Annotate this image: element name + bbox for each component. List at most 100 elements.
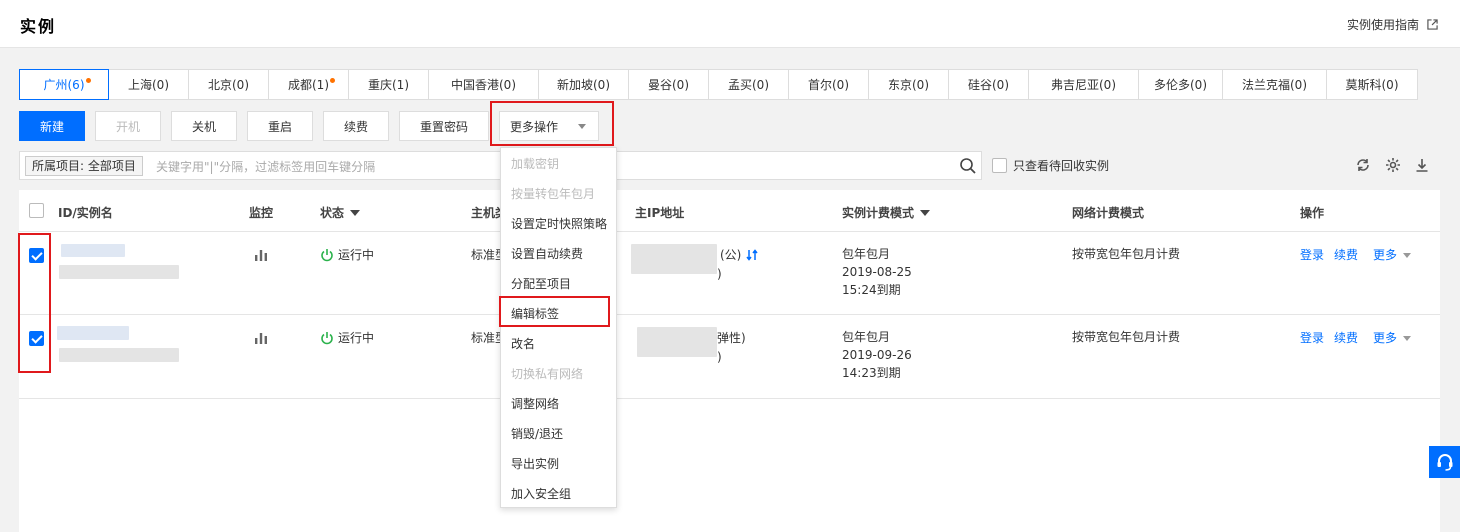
headset-icon xyxy=(1437,454,1452,471)
billing-date: 2019-08-25 xyxy=(842,265,912,279)
menu-item-rename[interactable]: 改名 xyxy=(511,335,535,352)
region-tab-seoul[interactable]: 首尔(0) xyxy=(789,69,869,100)
menu-item-load-key[interactable]: 加载密钥 xyxy=(511,155,559,172)
ip-suffix: ) xyxy=(717,267,722,281)
menu-item-export[interactable]: 导出实例 xyxy=(511,455,559,472)
instance-id-redacted[interactable] xyxy=(57,326,129,340)
host-type: 标准型 xyxy=(471,248,501,262)
billing-type: 包年包月 xyxy=(842,247,891,261)
billing-expire: 14:23到期 xyxy=(842,366,901,380)
network-billing: 按带宽包年包月计费 xyxy=(1072,330,1181,344)
external-link-icon xyxy=(1427,19,1438,30)
monitor-chart-icon[interactable] xyxy=(254,332,268,344)
region-tab-chengdu[interactable]: 成都(1) xyxy=(269,69,349,100)
more-link[interactable]: 更多 xyxy=(1373,246,1412,264)
billing-expire: 15:24到期 xyxy=(842,283,901,297)
header-billing[interactable]: 实例计费模式 xyxy=(842,204,931,221)
start-button[interactable]: 开机 xyxy=(95,111,161,141)
region-tab-tokyo[interactable]: 东京(0) xyxy=(869,69,949,100)
header-monitor: 监控 xyxy=(249,206,274,220)
chevron-down-icon xyxy=(1403,253,1412,258)
refresh-icon[interactable] xyxy=(1355,157,1371,173)
notice-dot xyxy=(330,78,335,83)
table-header: ID/实例名 监控 状态 主机类 主IP地址 实例计费模式 网络计费模式 操作 xyxy=(19,190,1440,232)
host-type: 标准型 xyxy=(471,331,501,345)
renew-link[interactable]: 续费 xyxy=(1334,246,1358,264)
menu-item-edit-tags[interactable]: 编辑标签 xyxy=(511,305,559,322)
search-placeholder: 关键字用"|"分隔，过滤标签用回车键分隔 xyxy=(156,160,376,174)
monitor-chart-icon[interactable] xyxy=(254,249,268,261)
instance-id-redacted[interactable] xyxy=(61,244,125,257)
login-link[interactable]: 登录 xyxy=(1300,329,1324,347)
filter-icon[interactable] xyxy=(920,209,931,216)
region-tab-guangzhou[interactable]: 广州(6) xyxy=(19,69,109,100)
page-title: 实例 xyxy=(20,17,57,36)
region-tab-bangkok[interactable]: 曼谷(0) xyxy=(629,69,709,100)
guide-link-label: 实例使用指南 xyxy=(1346,18,1419,32)
region-tab-frankfurt[interactable]: 法兰克福(0) xyxy=(1223,69,1327,100)
chevron-down-icon xyxy=(578,124,586,129)
restart-button[interactable]: 重启 xyxy=(247,111,313,141)
table-row[interactable]: 运行中 标准型 弹性) ) 包年包月 2019-09-26 14:23到期 按带… xyxy=(19,315,1440,399)
reset-password-button[interactable]: 重置密码 xyxy=(399,111,489,141)
search-icon[interactable] xyxy=(959,157,977,175)
power-icon xyxy=(321,332,333,345)
ip-redacted xyxy=(631,244,717,274)
header-status[interactable]: 状态 xyxy=(320,204,361,221)
header-id: ID/实例名 xyxy=(58,206,113,220)
region-tab-shanghai[interactable]: 上海(0) xyxy=(109,69,189,100)
table-row[interactable]: 运行中 标准型 (公) ) 包年包月 2019-08-25 15:24到期 按带… xyxy=(19,232,1440,315)
header-actions: 操作 xyxy=(1300,206,1325,220)
region-tab-virginia[interactable]: 弗吉尼亚(0) xyxy=(1029,69,1139,100)
menu-item-convert-billing[interactable]: 按量转包年包月 xyxy=(511,185,595,202)
region-tab-beijing[interactable]: 北京(0) xyxy=(189,69,269,100)
gear-icon[interactable] xyxy=(1385,157,1401,173)
billing-date: 2019-09-26 xyxy=(842,348,912,362)
shutdown-button[interactable]: 关机 xyxy=(171,111,237,141)
filter-icon[interactable] xyxy=(350,209,361,216)
region-tab-silicon-valley[interactable]: 硅谷(0) xyxy=(949,69,1029,100)
select-all-checkbox[interactable] xyxy=(29,203,44,218)
renew-link[interactable]: 续费 xyxy=(1334,329,1358,347)
login-link[interactable]: 登录 xyxy=(1300,246,1324,264)
more-actions-menu: 加载密钥 按量转包年包月 设置定时快照策略 设置自动续费 分配至项目 编辑标签 … xyxy=(500,147,617,508)
region-tab-toronto[interactable]: 多伦多(0) xyxy=(1139,69,1223,100)
new-button[interactable]: 新建 xyxy=(19,111,85,141)
power-icon xyxy=(321,249,333,262)
menu-item-assign-project[interactable]: 分配至项目 xyxy=(511,275,571,292)
recycle-filter[interactable]: 只查看待回收实例 xyxy=(992,157,1109,174)
notice-dot xyxy=(86,78,91,83)
instance-name-redacted xyxy=(59,265,179,279)
more-actions-button[interactable]: 更多操作 xyxy=(499,111,599,141)
region-tabs: 广州(6) 上海(0) 北京(0) 成都(1) 重庆(1) 中国香港(0) 新加… xyxy=(19,69,1418,100)
menu-item-security-group[interactable]: 加入安全组 xyxy=(511,485,571,502)
ip-suffix: ) xyxy=(717,350,722,364)
menu-item-auto-renew[interactable]: 设置自动续费 xyxy=(511,245,583,262)
more-link[interactable]: 更多 xyxy=(1373,329,1412,347)
support-button[interactable] xyxy=(1429,446,1460,478)
instance-table: ID/实例名 监控 状态 主机类 主IP地址 实例计费模式 网络计费模式 操作 … xyxy=(19,190,1440,532)
switch-ip-icon[interactable] xyxy=(746,249,758,261)
row-checkbox[interactable] xyxy=(29,331,44,346)
region-tab-hongkong[interactable]: 中国香港(0) xyxy=(429,69,539,100)
menu-item-snapshot-policy[interactable]: 设置定时快照策略 xyxy=(511,215,607,232)
menu-item-destroy[interactable]: 销毁/退还 xyxy=(511,425,563,442)
status-badge: 运行中 xyxy=(320,329,374,347)
ip-type: 弹性) xyxy=(717,331,746,345)
project-filter-tag[interactable]: 所属项目: 全部项目 xyxy=(25,156,143,176)
region-tab-moscow[interactable]: 莫斯科(0) xyxy=(1327,69,1418,100)
region-tab-mumbai[interactable]: 孟买(0) xyxy=(709,69,789,100)
status-badge: 运行中 xyxy=(320,246,374,264)
renew-button[interactable]: 续费 xyxy=(323,111,389,141)
row-checkbox[interactable] xyxy=(29,248,44,263)
ip-type: (公) xyxy=(720,248,742,262)
guide-link[interactable]: 实例使用指南 xyxy=(1347,16,1438,33)
menu-item-adjust-network[interactable]: 调整网络 xyxy=(511,395,559,412)
ip-redacted xyxy=(637,327,717,357)
recycle-checkbox[interactable] xyxy=(992,158,1007,173)
menu-item-switch-vpc[interactable]: 切换私有网络 xyxy=(511,365,583,382)
download-icon[interactable] xyxy=(1414,157,1430,173)
chevron-down-icon xyxy=(1403,336,1412,341)
region-tab-chongqing[interactable]: 重庆(1) xyxy=(349,69,429,100)
region-tab-singapore[interactable]: 新加坡(0) xyxy=(539,69,629,100)
